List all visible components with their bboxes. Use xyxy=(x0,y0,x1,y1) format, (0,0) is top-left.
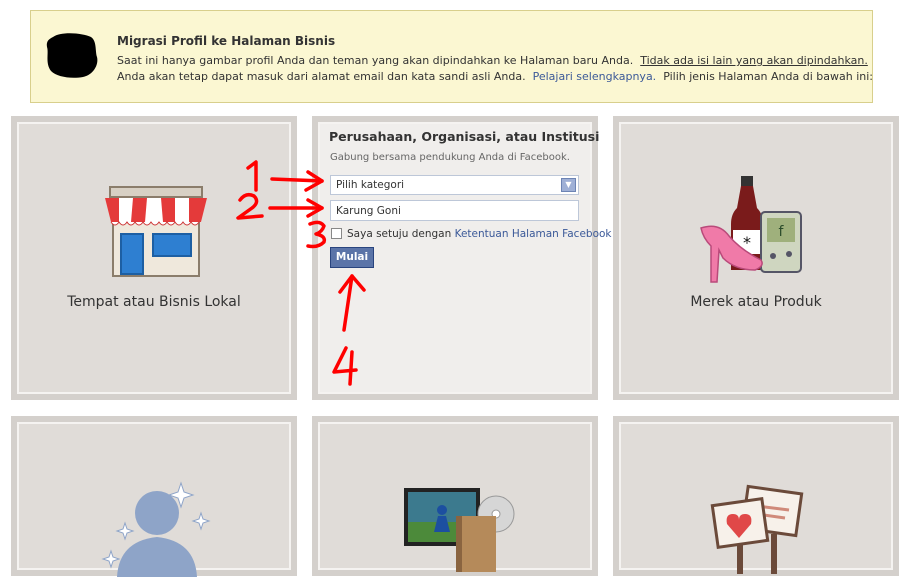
annotation-1-digit xyxy=(246,160,258,192)
step-annotations xyxy=(236,160,366,386)
annotation-4-digit xyxy=(332,346,358,386)
annotation-2-digit xyxy=(236,192,264,220)
annotation-1-arrow-shaft xyxy=(270,177,324,183)
annotation-3-digit xyxy=(306,220,327,249)
